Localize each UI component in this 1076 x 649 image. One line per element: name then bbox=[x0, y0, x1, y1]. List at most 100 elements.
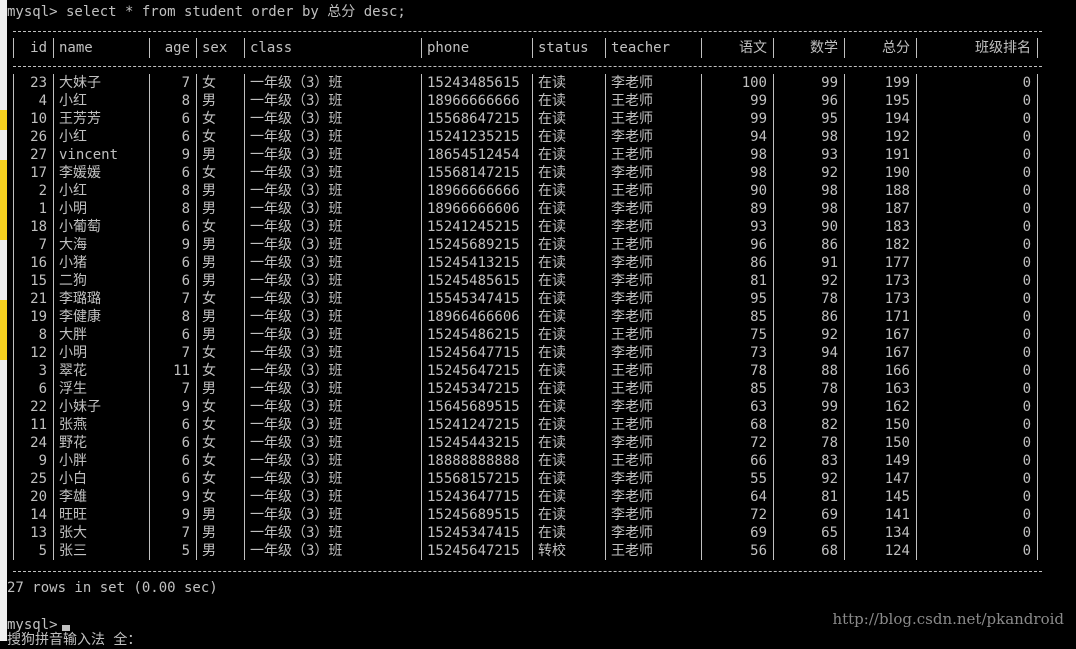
column-divider bbox=[605, 38, 606, 58]
table-cell: 24 bbox=[30, 435, 47, 451]
table-cell: 浮生 bbox=[59, 381, 87, 397]
table-cell: 一年级（3）班 bbox=[250, 165, 343, 181]
table-cell: 李老师 bbox=[611, 489, 653, 505]
table-cell: 李老师 bbox=[611, 525, 653, 541]
table-cell: 男 bbox=[202, 255, 216, 271]
table-cell: 15568147215 bbox=[427, 165, 520, 181]
column-divider bbox=[701, 74, 702, 560]
table-cell: 90 bbox=[821, 219, 838, 235]
table-cell: 女 bbox=[202, 219, 216, 235]
table-cell: 149 bbox=[884, 453, 910, 469]
table-cell: 在读 bbox=[538, 417, 566, 433]
table-cell: 98 bbox=[750, 165, 767, 181]
table-cell: 15545347415 bbox=[427, 291, 520, 307]
table-cell: 83 bbox=[821, 453, 838, 469]
table-cell: 0 bbox=[1022, 201, 1031, 217]
column-divider bbox=[149, 74, 150, 560]
table-cell: 68 bbox=[750, 417, 767, 433]
table-cell: 转校 bbox=[538, 543, 566, 559]
table-cell: 7 bbox=[181, 525, 190, 541]
table-cell: 在读 bbox=[538, 345, 566, 361]
table-cell: 李老师 bbox=[611, 345, 653, 361]
table-cell: 在读 bbox=[538, 507, 566, 523]
table-cell: 25 bbox=[30, 471, 47, 487]
table-cell: 134 bbox=[884, 525, 910, 541]
table-cell: 一年级（3）班 bbox=[250, 111, 343, 127]
table-cell: 7 bbox=[181, 291, 190, 307]
table-cell: 女 bbox=[202, 165, 216, 181]
table-cell: 男 bbox=[202, 237, 216, 253]
table-cell: 6 bbox=[181, 417, 190, 433]
column-divider bbox=[53, 38, 54, 58]
table-cell: 171 bbox=[884, 309, 910, 325]
column-divider bbox=[53, 74, 54, 560]
table-cell: 8 bbox=[181, 201, 190, 217]
column-divider bbox=[701, 38, 702, 58]
table-cell: 男 bbox=[202, 93, 216, 109]
table-cell: 在读 bbox=[538, 309, 566, 325]
table-cell: 小红 bbox=[59, 93, 87, 109]
table-cell: 在读 bbox=[538, 363, 566, 379]
table-cell: 27 bbox=[30, 147, 47, 163]
table-cell: 李老师 bbox=[611, 219, 653, 235]
table-cell: 0 bbox=[1022, 111, 1031, 127]
table-cell: 16 bbox=[30, 255, 47, 271]
watermark: http://blog.csdn.net/pkandroid bbox=[832, 610, 1064, 628]
table-cell: 15241247215 bbox=[427, 417, 520, 433]
table-cell: 翠花 bbox=[59, 363, 87, 379]
table-cell: 78 bbox=[821, 435, 838, 451]
table-cell: 小红 bbox=[59, 183, 87, 199]
column-header-1: name bbox=[59, 40, 93, 56]
table-cell: 15245689215 bbox=[427, 237, 520, 253]
table-cell: 男 bbox=[202, 507, 216, 523]
table-cell: 0 bbox=[1022, 129, 1031, 145]
table-cell: 167 bbox=[884, 345, 910, 361]
table-cell: 4 bbox=[38, 93, 47, 109]
table-cell: 王老师 bbox=[611, 93, 653, 109]
table-cell: 15241235215 bbox=[427, 129, 520, 145]
table-cell: 在读 bbox=[538, 219, 566, 235]
table-cell: 162 bbox=[884, 399, 910, 415]
table-cell: 李老师 bbox=[611, 129, 653, 145]
table-cell: 11 bbox=[173, 363, 190, 379]
table-cell: 192 bbox=[884, 129, 910, 145]
column-header-10: 总分 bbox=[882, 40, 910, 56]
column-divider bbox=[196, 38, 197, 58]
table-cell: 0 bbox=[1022, 273, 1031, 289]
table-cell: 0 bbox=[1022, 525, 1031, 541]
column-divider bbox=[149, 38, 150, 58]
column-divider bbox=[13, 74, 14, 560]
table-cell: 一年级（3）班 bbox=[250, 327, 343, 343]
table-cell: 王老师 bbox=[611, 363, 653, 379]
table-cell: 150 bbox=[884, 435, 910, 451]
table-cell: 0 bbox=[1022, 309, 1031, 325]
table-cell: 8 bbox=[38, 327, 47, 343]
table-cell: 190 bbox=[884, 165, 910, 181]
table-cell: 99 bbox=[821, 75, 838, 91]
table-cell: 大胖 bbox=[59, 327, 87, 343]
table-cell: 0 bbox=[1022, 165, 1031, 181]
table-cell: 一年级（3）班 bbox=[250, 453, 343, 469]
table-cell: 72 bbox=[750, 507, 767, 523]
table-cell: 在读 bbox=[538, 471, 566, 487]
column-divider bbox=[844, 74, 845, 560]
table-cell: 6 bbox=[181, 435, 190, 451]
table-cell: 张燕 bbox=[59, 417, 87, 433]
table-cell: 15645689515 bbox=[427, 399, 520, 415]
column-divider bbox=[13, 38, 14, 58]
terminal-window[interactable]: mysql> select * from student order by 总分… bbox=[7, 0, 1076, 648]
table-cell: 69 bbox=[750, 525, 767, 541]
table-cell: 在读 bbox=[538, 165, 566, 181]
table-cell: 15241245215 bbox=[427, 219, 520, 235]
table-cell: 18888888888 bbox=[427, 453, 520, 469]
table-cell: 0 bbox=[1022, 363, 1031, 379]
table-cell: 男 bbox=[202, 273, 216, 289]
column-divider bbox=[916, 74, 917, 560]
column-divider bbox=[421, 38, 422, 58]
table-cell: 64 bbox=[750, 489, 767, 505]
table-cell: 163 bbox=[884, 381, 910, 397]
table-cell: 18966466606 bbox=[427, 309, 520, 325]
table-cell: 李健康 bbox=[59, 309, 101, 325]
table-cell: 173 bbox=[884, 273, 910, 289]
table-cell: 15245647215 bbox=[427, 363, 520, 379]
